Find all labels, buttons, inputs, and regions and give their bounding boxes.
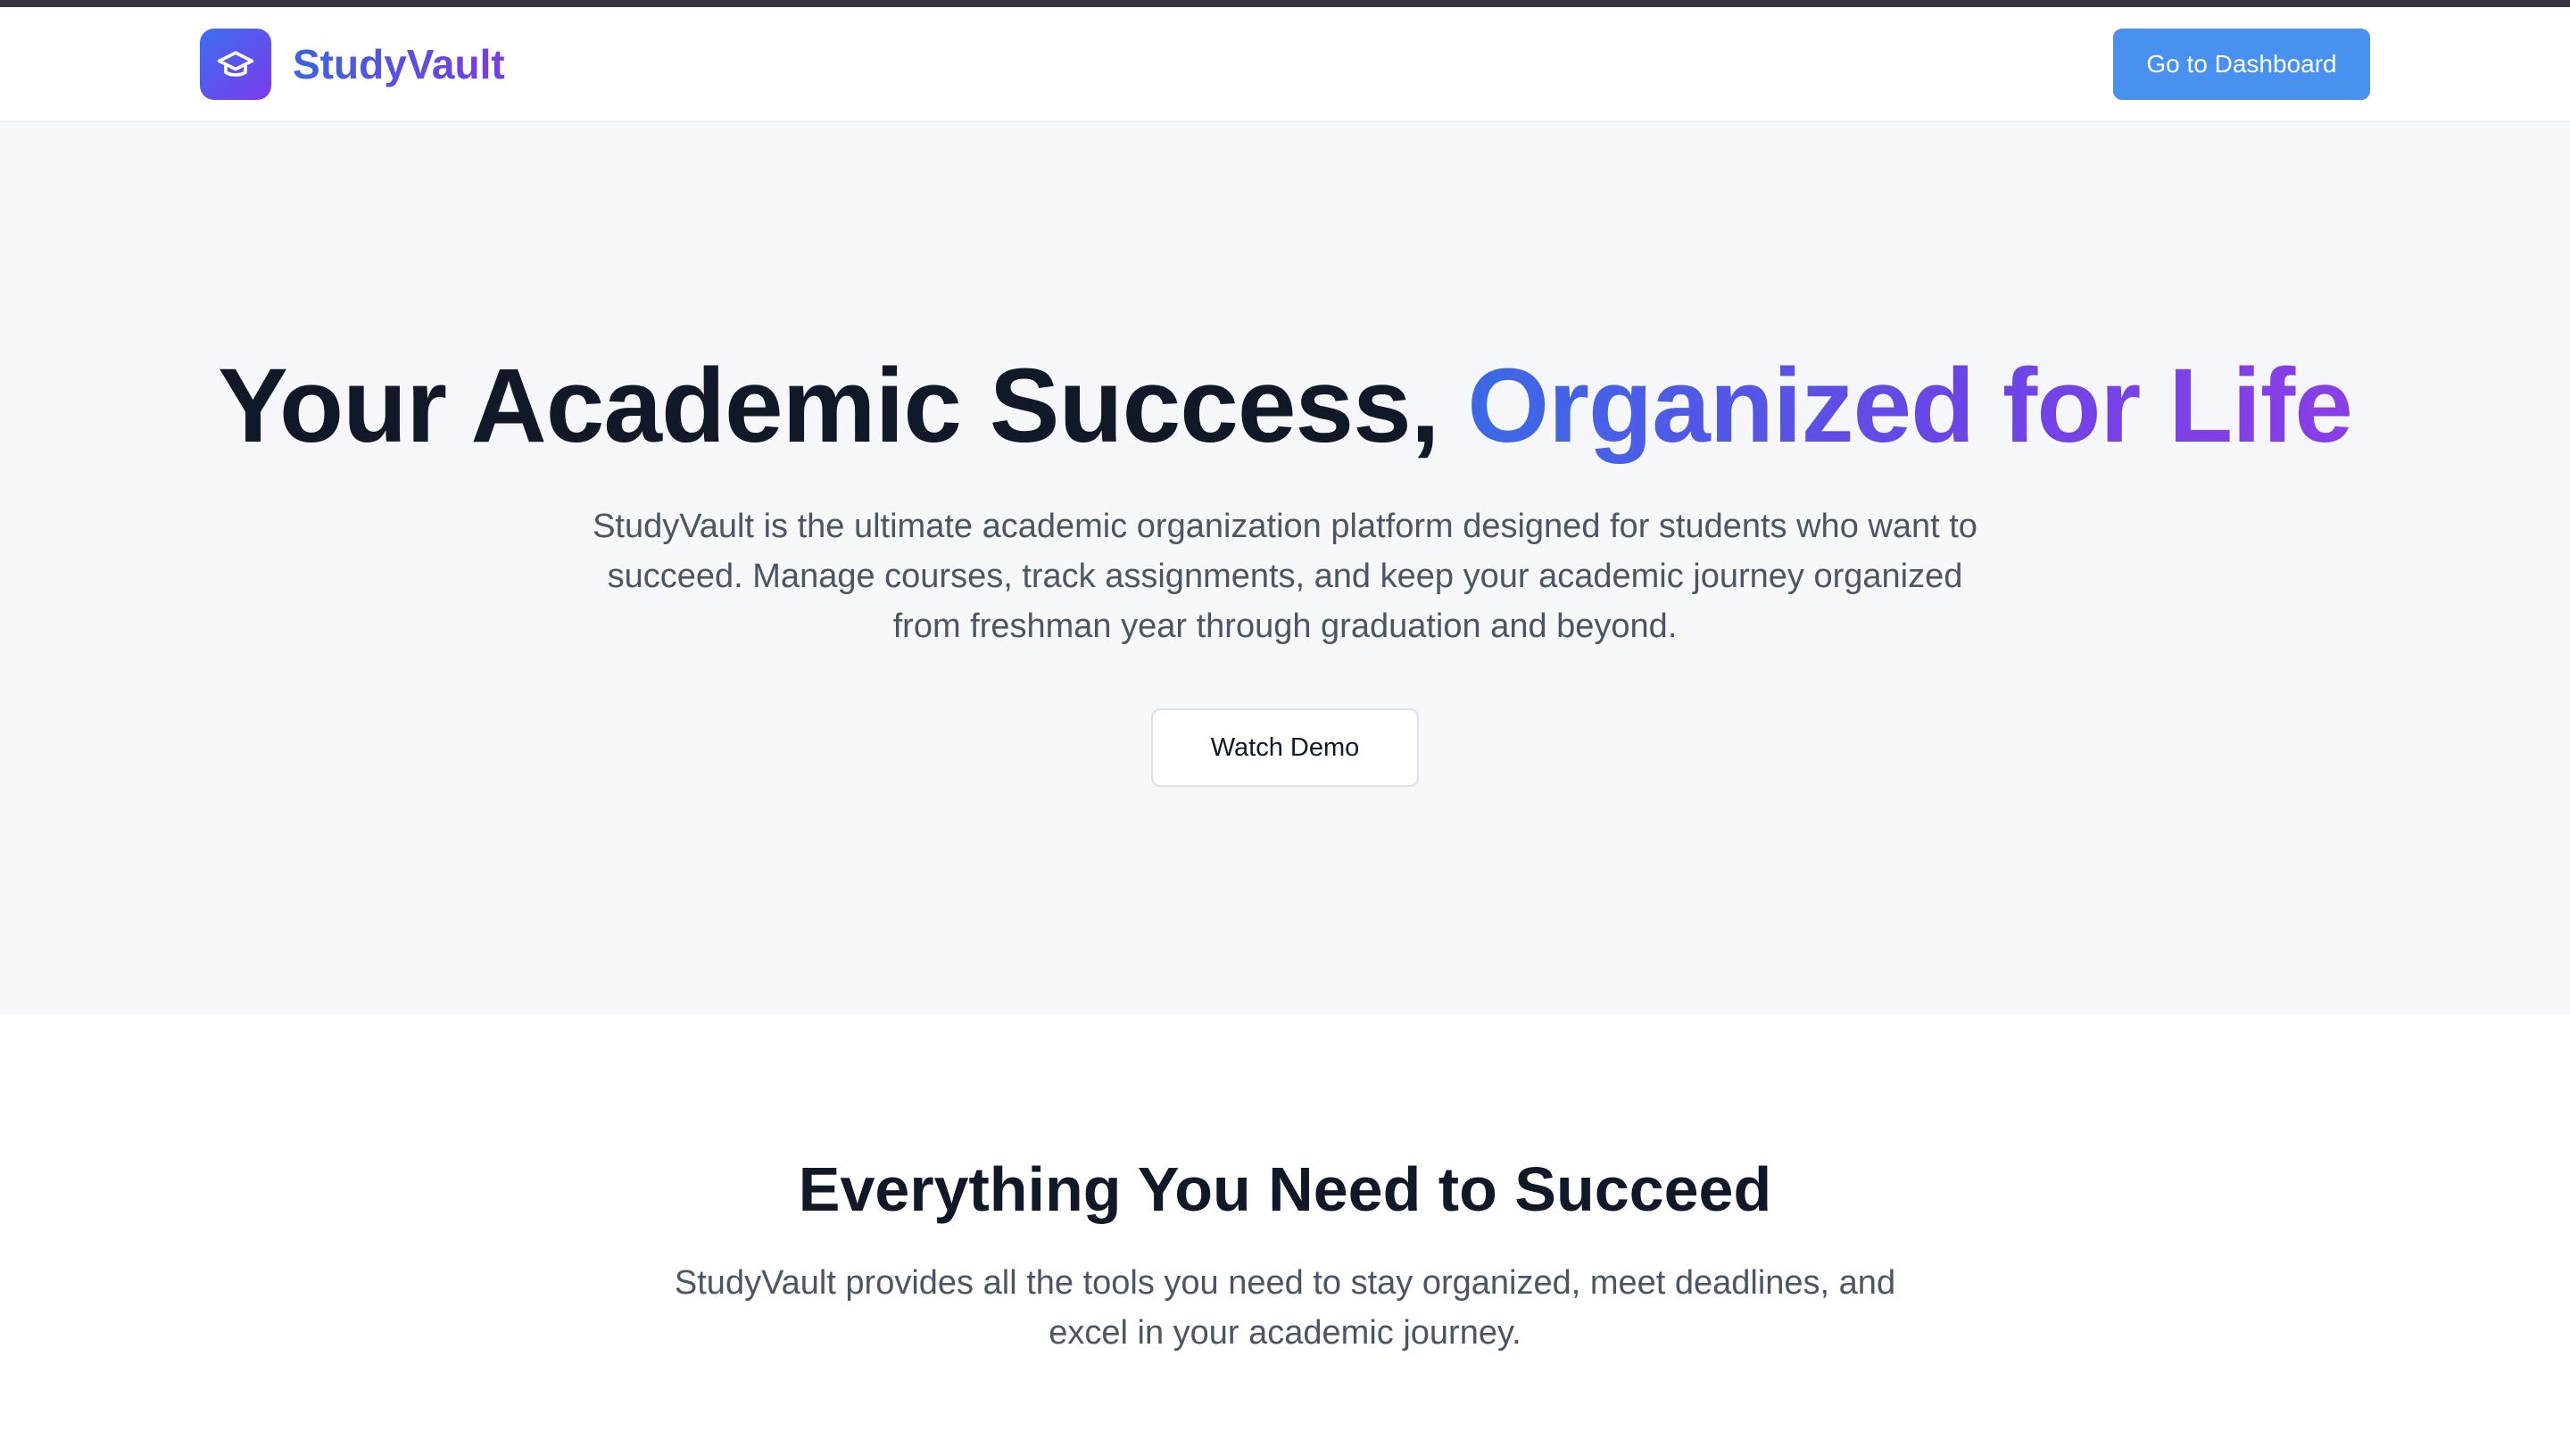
watch-demo-button[interactable]: Watch Demo: [1151, 708, 1419, 787]
window-top-strip: [0, 0, 2570, 7]
graduation-cap-icon: [200, 29, 271, 100]
features-subtitle: StudyVault provides all the tools you ne…: [674, 1264, 1896, 1352]
hero-subtitle: StudyVault is the ultimate academic orga…: [593, 508, 1977, 645]
hero-title-highlight: Organized for Life: [1467, 347, 2353, 465]
hero-section: Your Academic Success, Organized for Lif…: [0, 122, 2570, 1015]
go-to-dashboard-button[interactable]: Go to Dashboard: [2113, 29, 2370, 100]
hero-title: Your Academic Success, Organized for Lif…: [0, 343, 2570, 468]
features-title: Everything You Need to Succeed: [798, 1154, 1772, 1224]
hero-title-plain: Your Academic Success,: [218, 347, 1468, 465]
brand-logo[interactable]: StudyVault: [200, 29, 505, 100]
features-section: Everything You Need to Succeed StudyVaul…: [0, 1015, 2570, 1456]
navbar: StudyVault Go to Dashboard: [0, 7, 2570, 122]
brand-name: StudyVault: [293, 41, 505, 87]
